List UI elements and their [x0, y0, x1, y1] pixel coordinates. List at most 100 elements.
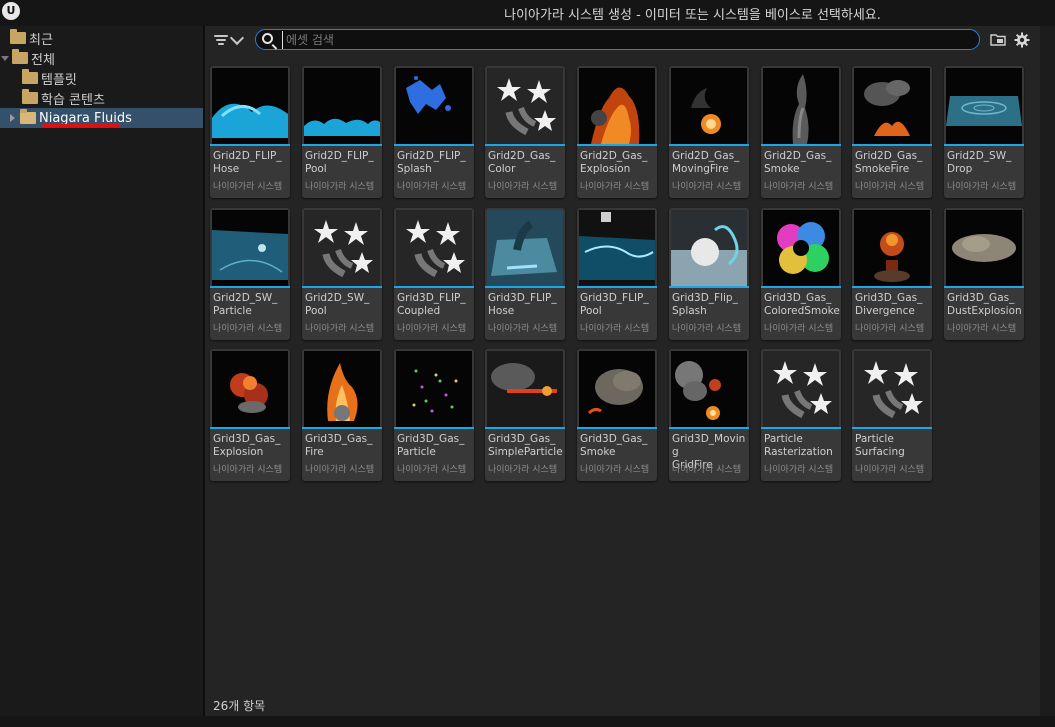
asset-tile[interactable]: Grid2D_Gas_ Smoke 나이아가라 시스템: [761, 66, 841, 198]
asset-tile[interactable]: Grid3D_FLIP_ Pool 나이아가라 시스템: [577, 208, 657, 340]
asset-tile[interactable]: Grid2D_FLIP_ Splash 나이아가라 시스템: [394, 66, 474, 198]
asset-type: 나이아가라 시스템: [764, 465, 834, 475]
asset-tile[interactable]: Grid2D_FLIP_ Pool 나이아가라 시스템: [302, 66, 382, 198]
asset-thumbnail: [487, 351, 563, 427]
filter-icon: [214, 34, 228, 46]
asset-thumbnail: [304, 68, 380, 144]
vertical-scrollbar[interactable]: [1040, 26, 1055, 716]
asset-type: 나이아가라 시스템: [397, 465, 467, 475]
tree-item-learning-content[interactable]: 학습 콘텐츠: [0, 88, 225, 108]
asset-thumbnail: [579, 351, 655, 427]
chevron-down-icon[interactable]: [0, 53, 10, 63]
folder-button[interactable]: [990, 32, 1006, 48]
asset-thumbnail: [671, 68, 747, 144]
tree-item-label: 템플릿: [41, 72, 77, 88]
asset-type: 나이아가라 시스템: [672, 465, 742, 475]
chevron-down-icon: [229, 30, 245, 46]
asset-thumbnail: [763, 210, 839, 286]
asset-name: Grid2D_Gas_ Color: [488, 150, 556, 175]
asset-tile[interactable]: Grid3D_Gas_ Fire 나이아가라 시스템: [302, 349, 382, 481]
asset-thumbnail: [396, 351, 472, 427]
asset-type-bar: [669, 144, 749, 146]
asset-tile[interactable]: Grid3D_Gas_ Smoke 나이아가라 시스템: [577, 349, 657, 481]
title-bar: U 나이아가라 시스템 생성 - 이미터 또는 시스템을 베이스로 선택하세요.: [0, 0, 1055, 26]
settings-button[interactable]: [1014, 32, 1030, 48]
tree-item-label: 최근: [29, 32, 53, 48]
window-title: 나이아가라 시스템 생성 - 이미터 또는 시스템을 베이스로 선택하세요.: [504, 8, 881, 23]
asset-name: Grid3D_Gas_ Particle: [397, 433, 465, 458]
asset-tile[interactable]: Grid3D_FLIP_ Hose 나이아가라 시스템: [485, 208, 565, 340]
search-input[interactable]: [282, 31, 968, 49]
asset-thumbnail: [763, 68, 839, 144]
asset-name: Grid2D_FLIP_ Pool: [305, 150, 374, 175]
asset-tile[interactable]: Grid3D_Gas_ ColoredSmoke 나이아가라 시스템: [761, 208, 841, 340]
asset-thumbnail: [304, 351, 380, 427]
asset-tile[interactable]: Grid2D_SW_ Pool 나이아가라 시스템: [302, 208, 382, 340]
tree-item-all[interactable]: 전체: [0, 48, 203, 68]
asset-name: Grid2D_FLIP_ Splash: [397, 150, 466, 175]
asset-tile[interactable]: Grid2D_Gas_ Color 나이아가라 시스템: [485, 66, 565, 198]
asset-type-bar: [210, 144, 290, 146]
asset-name: Grid3D_FLIP_ Pool: [580, 292, 649, 317]
asset-type: 나이아가라 시스템: [397, 182, 467, 192]
asset-tile[interactable]: Grid3D_FLIP_ Coupled 나이아가라 시스템: [394, 208, 474, 340]
asset-type: 나이아가라 시스템: [213, 324, 283, 334]
asset-type: 나이아가라 시스템: [855, 465, 925, 475]
asset-tile[interactable]: Grid2D_SW_ Drop 나이아가라 시스템: [944, 66, 1024, 198]
asset-tile[interactable]: Grid3D_Flip_ Splash 나이아가라 시스템: [669, 208, 749, 340]
search-icon: [262, 33, 273, 44]
folder-open-icon: [20, 109, 36, 124]
search-box[interactable]: [255, 29, 980, 50]
asset-type-bar: [761, 286, 841, 288]
tree-item-templates[interactable]: 템플릿: [0, 68, 225, 88]
asset-type: 나이아가라 시스템: [488, 465, 558, 475]
asset-name: Grid2D_SW_ Pool: [305, 292, 370, 317]
asset-type-bar: [485, 144, 565, 146]
asset-thumbnail: [304, 210, 380, 286]
asset-type: 나이아가라 시스템: [672, 324, 742, 334]
asset-tile[interactable]: Grid3D_Moving GridFire 나이아가라 시스템: [669, 349, 749, 481]
asset-thumbnail: [854, 351, 930, 427]
asset-thumbnail: [854, 68, 930, 144]
asset-type-bar: [761, 144, 841, 146]
asset-tile[interactable]: Grid3D_Gas_ Explosion 나이아가라 시스템: [210, 349, 290, 481]
asset-type-bar: [852, 427, 932, 429]
asset-tile[interactable]: Grid2D_FLIP_ Hose 나이아가라 시스템: [210, 66, 290, 198]
asset-thumbnail: [212, 68, 288, 144]
asset-tile[interactable]: Grid2D_Gas_ Explosion 나이아가라 시스템: [577, 66, 657, 198]
asset-type-bar: [302, 286, 382, 288]
asset-type: 나이아가라 시스템: [397, 324, 467, 334]
asset-type-bar: [394, 427, 474, 429]
tree-item-label: 전체: [31, 52, 55, 68]
asset-name: Particle Surfacing: [855, 433, 905, 458]
asset-name: Grid3D_FLIP_ Hose: [488, 292, 557, 317]
chevron-right-icon[interactable]: [8, 113, 18, 123]
asset-type: 나이아가라 시스템: [947, 182, 1017, 192]
asset-type-bar: [669, 427, 749, 429]
asset-tile[interactable]: Grid3D_Gas_ Particle 나이아가라 시스템: [394, 349, 474, 481]
asset-type-bar: [944, 286, 1024, 288]
asset-thumbnail: [579, 210, 655, 286]
asset-name: Grid2D_SW_ Drop: [947, 150, 1012, 175]
tree-item-recent[interactable]: 최근: [0, 28, 213, 48]
asset-tile[interactable]: Grid2D_SW_ Particle 나이아가라 시스템: [210, 208, 290, 340]
asset-tile[interactable]: Particle Surfacing 나이아가라 시스템: [852, 349, 932, 481]
gear-icon: [1014, 32, 1030, 48]
asset-type-bar: [485, 427, 565, 429]
asset-name: Grid3D_FLIP_ Coupled: [397, 292, 466, 317]
asset-name: Grid3D_Gas_ DustExplosion: [947, 292, 1022, 317]
asset-thumbnail: [396, 68, 472, 144]
asset-tile[interactable]: Grid3D_Gas_ DustExplosion 나이아가라 시스템: [944, 208, 1024, 340]
asset-type-bar: [210, 286, 290, 288]
asset-type: 나이아가라 시스템: [672, 182, 742, 192]
asset-tile[interactable]: Particle Rasterization 나이아가라 시스템: [761, 349, 841, 481]
filter-button[interactable]: [214, 30, 248, 49]
asset-tile[interactable]: Grid2D_Gas_ MovingFire 나이아가라 시스템: [669, 66, 749, 198]
asset-tile[interactable]: Grid2D_Gas_ SmokeFire 나이아가라 시스템: [852, 66, 932, 198]
asset-tile[interactable]: Grid3D_Gas_ Divergence 나이아가라 시스템: [852, 208, 932, 340]
asset-type-bar: [852, 144, 932, 146]
asset-type-bar: [485, 286, 565, 288]
tree-item-label: 학습 콘텐츠: [41, 92, 105, 108]
asset-tile[interactable]: Grid3D_Gas_ SimpleParticle 나이아가라 시스템: [485, 349, 565, 481]
asset-thumbnail: [579, 68, 655, 144]
